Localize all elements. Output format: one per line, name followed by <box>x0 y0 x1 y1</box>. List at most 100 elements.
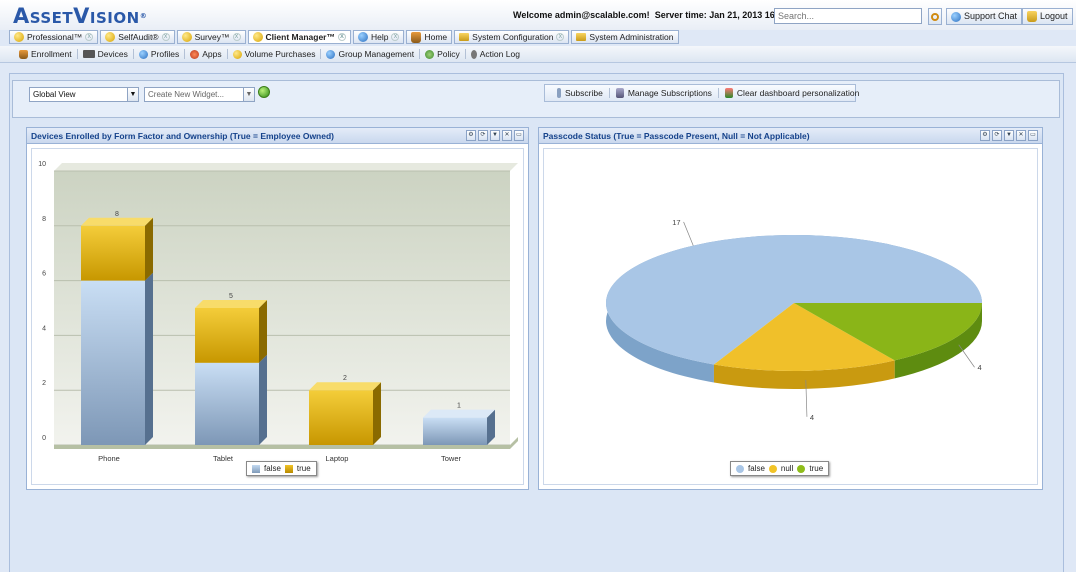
help-icon <box>357 32 368 42</box>
maximize-icon[interactable]: ▭ <box>1028 130 1038 141</box>
search-input[interactable] <box>774 8 922 24</box>
y-tick-label: 6 <box>42 271 46 278</box>
close-icon[interactable]: x <box>337 33 346 41</box>
legend-swatch-null <box>768 464 777 473</box>
tab-survey[interactable]: Survey™ x <box>176 30 246 44</box>
welcome-text: Welcome admin@scalable.com! Server time:… <box>513 10 788 20</box>
filter-icon[interactable]: ▼ <box>1004 130 1014 141</box>
legend-swatch-false <box>736 464 744 473</box>
client-manager-icon <box>252 32 263 42</box>
legend-label-false: false <box>264 464 281 473</box>
bar-side <box>259 300 267 363</box>
menu-bar: Enrollment Devices Profiles Apps Volume … <box>0 46 1076 63</box>
widget-select[interactable]: Create New Widget... ▼ <box>144 87 255 102</box>
tab-professional[interactable]: Professional™ x <box>9 30 99 44</box>
clear-personalization-button[interactable]: Clear dashboard personalization <box>719 88 865 98</box>
passcode-status-panel: Passcode Status (True = Passcode Present… <box>538 127 1043 490</box>
manage-subscriptions-icon <box>615 88 624 98</box>
data-label: 8 <box>115 211 119 218</box>
data-label: 5 <box>229 293 233 300</box>
pie-chart: 1744 <box>606 218 982 422</box>
legend-swatch-false <box>252 464 260 473</box>
pie-leader <box>958 344 975 368</box>
tab-client-manager[interactable]: Client Manager™ x <box>247 30 351 44</box>
x-tick-label: Tower <box>441 454 462 463</box>
chevron-down-icon: ▼ <box>243 88 254 101</box>
chart-area: 0 2 4 6 8 10 8 Phone 5 Tablet 2 Laptop 1 Tower <box>31 148 524 485</box>
folder-icon <box>576 33 587 41</box>
subscribe-button[interactable]: Subscribe <box>551 88 610 98</box>
close-icon[interactable]: x <box>85 33 94 41</box>
support-chat-button[interactable]: Support Chat <box>946 8 1023 25</box>
y-tick-label: 8 <box>42 216 46 223</box>
bar-side <box>145 217 153 281</box>
bar-top <box>81 217 153 226</box>
close-icon[interactable]: x <box>161 33 170 41</box>
legend-label-false: false <box>748 464 765 473</box>
pie-data-label: 17 <box>672 218 680 227</box>
bar-top <box>423 409 495 418</box>
menu-action-log[interactable]: Action Log <box>466 49 525 59</box>
maximize-icon[interactable]: ▭ <box>514 130 524 141</box>
bar <box>423 417 487 445</box>
close-icon[interactable]: x <box>556 33 565 41</box>
clear-personalization-icon <box>724 88 733 98</box>
filter-icon[interactable]: ▼ <box>490 130 500 141</box>
panel-title: Devices Enrolled by Form Factor and Owne… <box>27 128 528 144</box>
logout-icon <box>1027 11 1037 22</box>
search-button[interactable] <box>928 8 942 25</box>
close-icon[interactable]: x <box>391 33 400 41</box>
close-icon[interactable]: ✕ <box>502 130 512 141</box>
subscription-toolbar: Subscribe Manage Subscriptions Clear das… <box>544 84 859 102</box>
app-logo: AssetVision® <box>13 4 148 28</box>
tab-selfaudit[interactable]: SelfAudit® x <box>100 30 175 44</box>
tab-system-configuration[interactable]: System Configuration x <box>454 30 570 44</box>
data-label: 1 <box>457 403 461 410</box>
add-widget-icon[interactable] <box>258 86 270 98</box>
refresh-icon[interactable]: ⟳ <box>478 130 488 141</box>
bar-side <box>373 382 381 445</box>
legend-label-true: true <box>809 464 824 473</box>
chevron-down-icon: ▼ <box>127 88 138 101</box>
bar-top <box>309 382 381 391</box>
tab-help[interactable]: Help x <box>352 30 405 44</box>
settings-icon[interactable]: ⚙ <box>980 130 990 141</box>
logout-button[interactable]: Logout <box>1022 8 1073 25</box>
close-icon[interactable]: x <box>232 33 241 41</box>
menu-policy[interactable]: Policy <box>420 49 466 59</box>
menu-apps[interactable]: Apps <box>185 49 228 59</box>
manage-subscriptions-button[interactable]: Manage Subscriptions <box>610 88 719 98</box>
close-icon[interactable]: ✕ <box>1016 130 1026 141</box>
module-tabs: Professional™ x SelfAudit® x Survey™ x Clie… <box>9 30 679 44</box>
settings-icon[interactable]: ⚙ <box>466 130 476 141</box>
menu-volume-purchases[interactable]: Volume Purchases <box>228 49 322 59</box>
bar-top <box>195 300 267 308</box>
y-tick-label: 4 <box>42 325 46 332</box>
menu-enrollment[interactable]: Enrollment <box>14 49 78 59</box>
apps-icon <box>190 49 200 59</box>
pie-leader <box>683 221 694 246</box>
refresh-icon[interactable]: ⟳ <box>992 130 1002 141</box>
top-bar: AssetVision® Welcome admin@scalable.com!… <box>0 0 1076 30</box>
group-management-icon <box>326 49 336 59</box>
bar-side <box>145 272 153 445</box>
y-tick-label: 0 <box>42 435 46 442</box>
menu-profiles[interactable]: Profiles <box>134 49 186 59</box>
subscribe-icon <box>557 88 561 98</box>
folder-icon <box>459 33 470 41</box>
panel-title: Passcode Status (True = Passcode Present… <box>539 128 1042 144</box>
policy-icon <box>425 49 435 59</box>
devices-enrolled-panel: Devices Enrolled by Form Factor and Owne… <box>26 127 529 490</box>
legend-swatch-true <box>284 464 293 473</box>
menu-group-management[interactable]: Group Management <box>321 49 421 59</box>
legend-label-null: null <box>780 464 794 473</box>
tab-system-administration[interactable]: System Administration <box>571 30 679 44</box>
bar <box>309 390 373 445</box>
y-tick-label: 10 <box>38 161 46 168</box>
bar <box>195 308 259 363</box>
pie-data-label: 4 <box>978 363 982 372</box>
panel-tools: ⚙ ⟳ ▼ ✕ ▭ <box>980 130 1038 141</box>
menu-devices[interactable]: Devices <box>78 49 134 59</box>
tab-home[interactable]: Home <box>406 30 453 44</box>
view-select[interactable]: Global View ▼ <box>29 87 139 102</box>
